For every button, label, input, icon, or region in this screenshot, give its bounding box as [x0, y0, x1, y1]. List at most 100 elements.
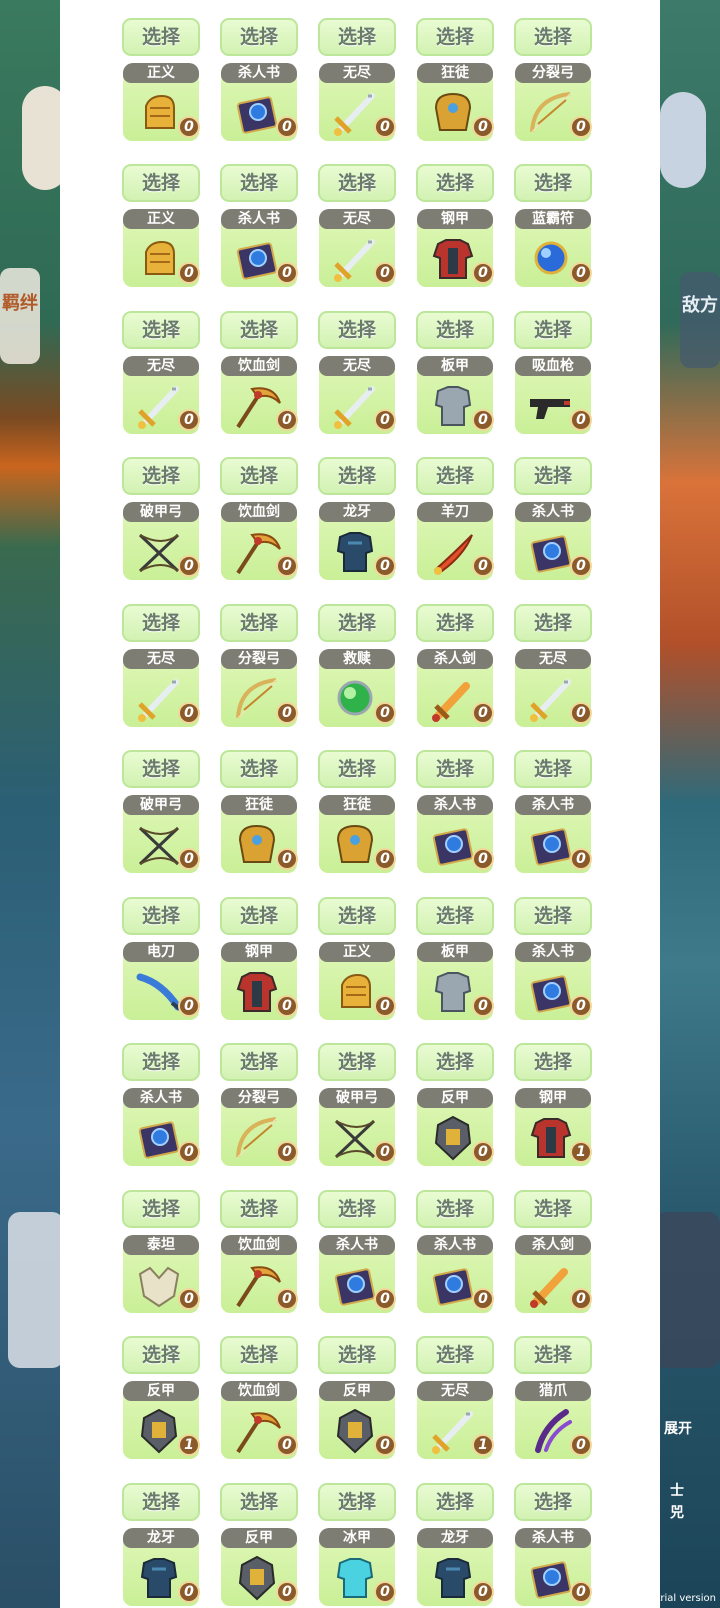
select-button[interactable]: 选择: [416, 896, 494, 935]
select-button[interactable]: 选择: [514, 310, 592, 349]
select-button[interactable]: 选择: [416, 1043, 494, 1081]
select-button[interactable]: 选择: [514, 1482, 592, 1521]
select-button[interactable]: 选择: [514, 457, 592, 495]
select-button[interactable]: 选择: [514, 1189, 592, 1228]
select-button[interactable]: 选择: [318, 164, 396, 202]
select-button[interactable]: 选择: [220, 310, 298, 349]
item-count-badge: 0: [472, 1580, 494, 1603]
item-name: 杀人书: [515, 502, 591, 522]
select-button[interactable]: 选择: [220, 457, 298, 495]
item-count-badge: 0: [276, 1434, 298, 1456]
item-name: 杀人书: [515, 795, 591, 815]
select-button[interactable]: 选择: [122, 17, 200, 56]
select-button[interactable]: 选择: [220, 1482, 298, 1521]
select-button[interactable]: 选择: [122, 1043, 200, 1081]
select-button[interactable]: 选择: [416, 603, 494, 642]
item-row: 选择 杀人书 0 选择 分裂弓 0 选择 破甲弓 0 选择 反甲 0 选择 钢甲 1: [60, 1035, 660, 1182]
synergy-tab[interactable]: 羁绊: [0, 268, 40, 364]
select-button[interactable]: 选择: [220, 750, 298, 788]
item-name: 狂徒: [221, 795, 297, 815]
item-count-badge: 0: [178, 1287, 200, 1310]
select-button[interactable]: 选择: [416, 1189, 494, 1228]
enemy-avatar[interactable]: [660, 92, 706, 188]
select-button[interactable]: 选择: [122, 310, 200, 349]
hud-panel-left: [8, 1212, 64, 1368]
item-count-badge: 0: [276, 701, 298, 724]
item-select-panel[interactable]: 选择饮血剑0选择杀人书0选择钢甲0选择杀人剑0选择破甲弓0选择正义0选择杀人书0…: [60, 0, 660, 1608]
item-count-badge: 0: [178, 1580, 200, 1603]
enemy-tab[interactable]: 敌方: [680, 272, 720, 368]
item-name: 救赎: [319, 648, 395, 669]
select-button[interactable]: 选择: [514, 750, 592, 788]
item-count-badge: 0: [276, 115, 298, 138]
select-button[interactable]: 选择: [122, 603, 200, 642]
item-count-badge: 0: [374, 848, 396, 870]
item-count-badge: 1: [472, 1434, 494, 1456]
select-button[interactable]: 选择: [514, 896, 592, 935]
select-button[interactable]: 选择: [318, 603, 396, 642]
select-button[interactable]: 选择: [220, 17, 298, 56]
select-button[interactable]: 选择: [122, 1189, 200, 1228]
select-button[interactable]: 选择: [122, 1482, 200, 1521]
select-button[interactable]: 选择: [416, 457, 494, 495]
select-button[interactable]: 选择: [318, 1482, 396, 1521]
select-button[interactable]: 选择: [220, 1336, 298, 1374]
select-button[interactable]: 选择: [514, 164, 592, 202]
item-name: 杀人书: [515, 1527, 591, 1548]
select-button[interactable]: 选择: [514, 1043, 592, 1081]
item-name: 龙牙: [123, 1527, 199, 1548]
select-button[interactable]: 选择: [514, 17, 592, 56]
select-button[interactable]: 选择: [220, 603, 298, 642]
item-name: 钢甲: [515, 1088, 591, 1108]
item-name: 正义: [319, 941, 395, 962]
select-button[interactable]: 选择: [514, 603, 592, 642]
item-row: 选择 电刀 0 选择 钢甲 0 选择 正义 0 选择 板甲 0 选择 杀人书 0: [60, 889, 660, 1036]
item-name: 正义: [123, 62, 199, 83]
select-button[interactable]: 选择: [416, 310, 494, 349]
select-button[interactable]: 选择: [220, 164, 298, 202]
select-button[interactable]: 选择: [122, 457, 200, 495]
item-row: 选择 正义 0 选择 杀人书 0 选择 无尽 0 选择 钢甲 0 选择 蓝霸符 0: [60, 156, 660, 303]
item-count-badge: 0: [178, 701, 200, 724]
item-name: 饮血剑: [221, 1234, 297, 1255]
select-button[interactable]: 选择: [416, 164, 494, 202]
select-button[interactable]: 选择: [416, 750, 494, 788]
select-button[interactable]: 选择: [122, 164, 200, 202]
select-button[interactable]: 选择: [318, 750, 396, 788]
item-name: 破甲弓: [319, 1088, 395, 1108]
select-button[interactable]: 选择: [122, 896, 200, 935]
select-button[interactable]: 选择: [220, 1189, 298, 1228]
item-count-badge: 0: [472, 1141, 494, 1163]
select-button[interactable]: 选择: [220, 896, 298, 935]
select-button[interactable]: 选择: [318, 457, 396, 495]
item-name: 反甲: [417, 1088, 493, 1108]
item-row: 选择 破甲弓 0 选择 饮血剑 0 选择 龙牙 0 选择 羊刀 0 选择 杀人书 0: [60, 449, 660, 596]
expand-button[interactable]: 展开: [664, 1418, 692, 1438]
item-name: 杀人书: [221, 209, 297, 229]
item-count-badge: 0: [374, 1287, 396, 1310]
select-button[interactable]: 选择: [318, 1189, 396, 1228]
select-button[interactable]: 选择: [220, 1043, 298, 1081]
item-name: 无尽: [319, 355, 395, 376]
select-button[interactable]: 选择: [122, 1336, 200, 1374]
select-button[interactable]: 选择: [122, 750, 200, 788]
select-button[interactable]: 选择: [318, 896, 396, 935]
item-name: 吸血枪: [515, 355, 591, 376]
select-button[interactable]: 选择: [318, 310, 396, 349]
item-row: 选择 泰坦 0 选择 饮血剑 0 选择 杀人书 0 选择 杀人书 0 选择 杀人剑 0: [60, 1182, 660, 1329]
select-button[interactable]: 选择: [318, 17, 396, 56]
item-count-badge: 0: [276, 408, 298, 431]
item-count-badge: 0: [178, 555, 200, 577]
item-name: 杀人书: [515, 941, 591, 962]
select-button[interactable]: 选择: [416, 1482, 494, 1521]
item-count-badge: 0: [374, 555, 396, 577]
select-button[interactable]: 选择: [416, 17, 494, 56]
select-button[interactable]: 选择: [416, 1336, 494, 1374]
select-button[interactable]: 选择: [514, 1336, 592, 1374]
item-name: 猎爪: [515, 1381, 591, 1401]
trial-watermark: trial version: [656, 1593, 716, 1604]
select-button[interactable]: 选择: [318, 1336, 396, 1374]
bottom-right-label[interactable]: 士兕: [670, 1480, 690, 1524]
item-count-badge: 0: [276, 994, 298, 1017]
select-button[interactable]: 选择: [318, 1043, 396, 1081]
